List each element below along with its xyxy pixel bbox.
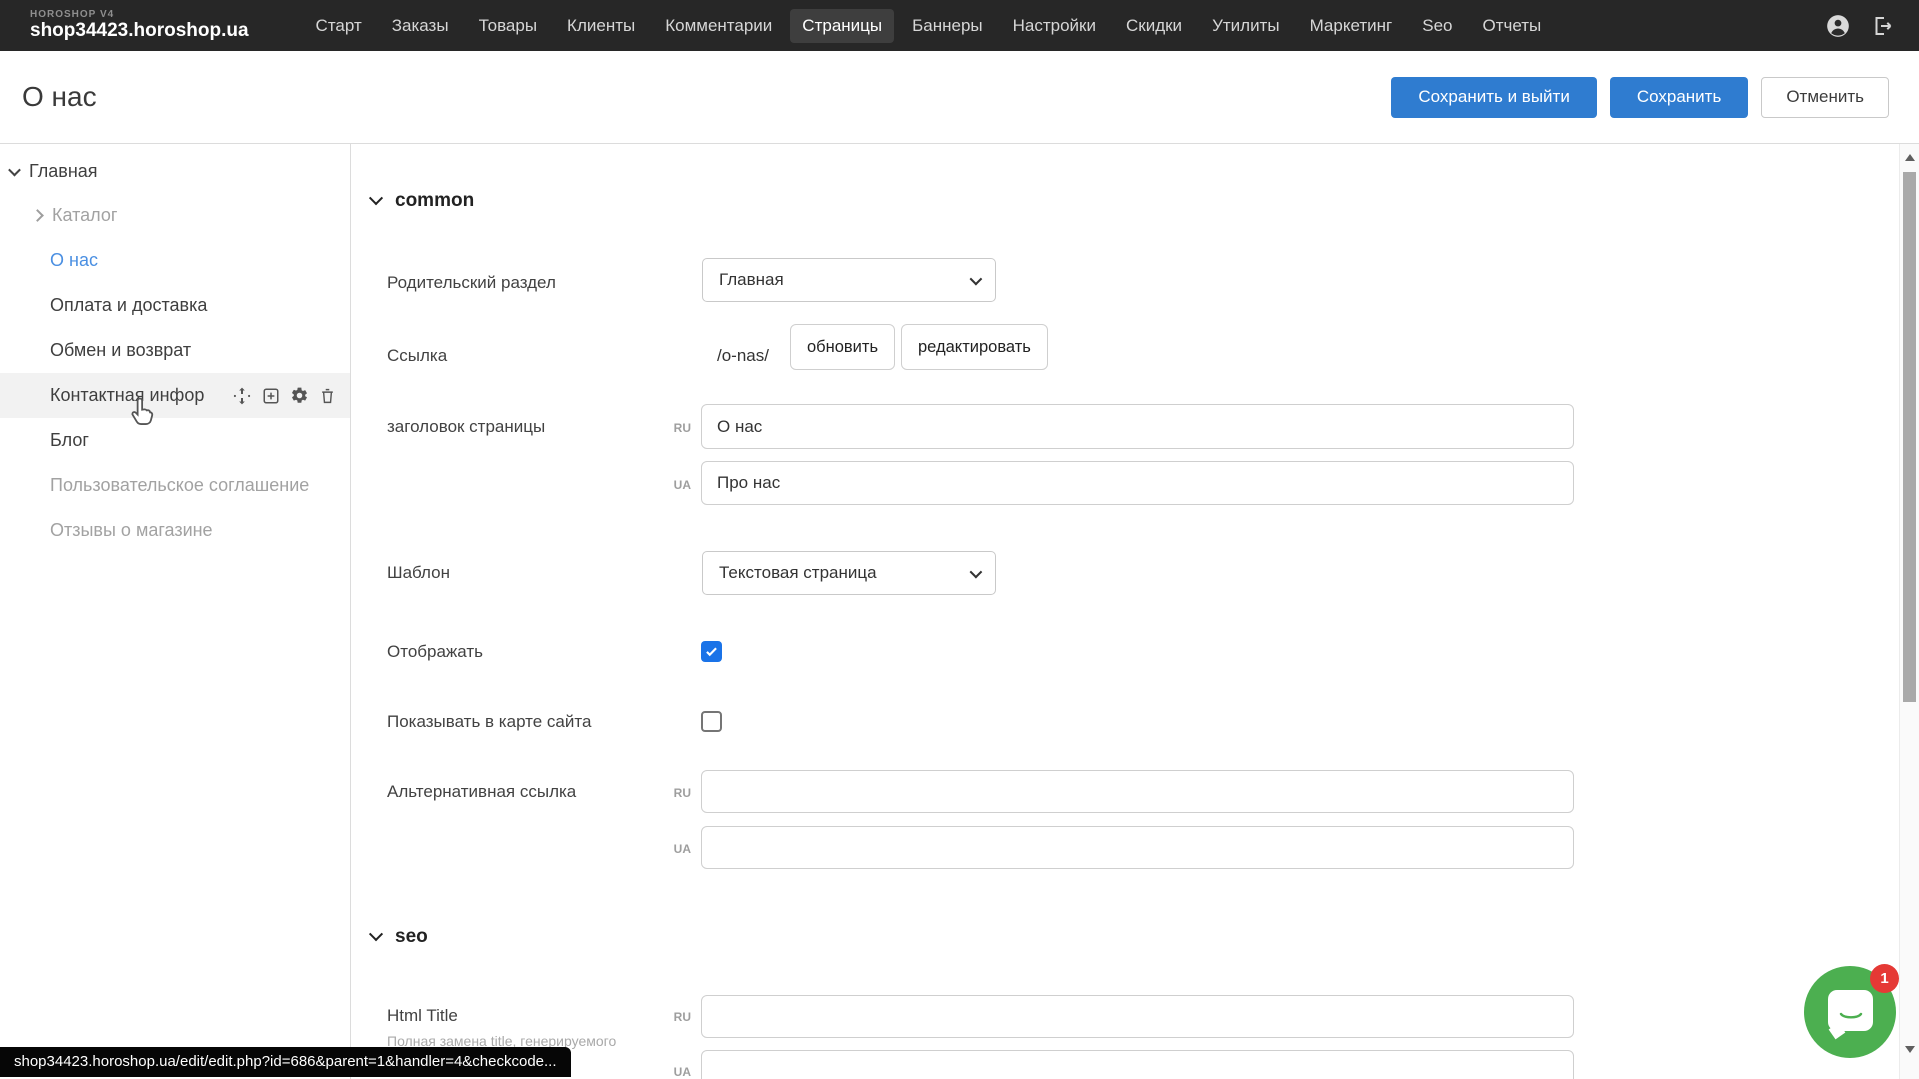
menu-item-seo[interactable]: Seo — [1410, 9, 1464, 43]
chat-widget-button[interactable]: 1 — [1804, 966, 1896, 1058]
html-title-ua-input[interactable] — [701, 1050, 1574, 1079]
menu-item-marketing[interactable]: Маркетинг — [1298, 9, 1405, 43]
header-actions: Сохранить и выйти Сохранить Отменить — [1391, 77, 1889, 118]
tree-item-otzyvy[interactable]: Отзывы о магазине — [0, 508, 350, 553]
page-header: О нас Сохранить и выйти Сохранить Отмени… — [0, 51, 1919, 144]
sitemap-checkbox[interactable] — [701, 711, 722, 732]
top-menu: Старт Заказы Товары Клиенты Комментарии … — [304, 9, 1554, 43]
menu-item-settings[interactable]: Настройки — [1001, 9, 1108, 43]
menu-item-start[interactable]: Старт — [304, 9, 374, 43]
menu-item-products[interactable]: Товары — [467, 9, 549, 43]
tree-item-polzovatelskoe[interactable]: Пользовательское соглашение — [0, 463, 350, 508]
link-label: Ссылка — [387, 346, 447, 366]
chevron-right-icon[interactable] — [31, 209, 44, 222]
tree-item-kontaktnaya[interactable]: Контактная инфор — [0, 373, 350, 418]
lang-ru-label: RU — [647, 786, 691, 800]
lang-ru-label: RU — [647, 421, 691, 435]
scroll-up-arrow[interactable] — [1905, 154, 1915, 161]
chevron-down-icon — [970, 272, 983, 285]
top-navigation-bar: HOROSHOP V4 shop34423.horoshop.ua Старт … — [0, 0, 1919, 51]
brand-domain-label: shop34423.horoshop.ua — [30, 21, 249, 41]
menu-item-pages[interactable]: Страницы — [790, 9, 894, 43]
horoshop-admin-page: HOROSHOP V4 shop34423.horoshop.ua Старт … — [0, 0, 1919, 1079]
lang-ru-label: RU — [647, 1010, 691, 1024]
link-path-value: /o-nas/ — [717, 346, 769, 366]
alt-link-ru-input[interactable] — [701, 770, 1574, 813]
chevron-down-icon — [369, 927, 383, 941]
trash-icon[interactable] — [319, 387, 336, 405]
add-icon[interactable] — [262, 387, 280, 405]
page-edit-form: common Родительский раздел Главная Ссылк… — [352, 144, 1899, 1079]
page-title-field-label: заголовок страницы — [387, 417, 545, 437]
section-seo-toggle[interactable]: seo — [371, 926, 428, 948]
chevron-down-icon[interactable] — [8, 164, 21, 177]
gear-icon[interactable] — [290, 386, 309, 405]
tree-item-actions — [232, 373, 336, 418]
html-title-ru-input[interactable] — [701, 995, 1574, 1038]
lang-ua-label: UA — [647, 842, 691, 856]
tree-item-obmen[interactable]: Обмен и возврат — [0, 328, 350, 373]
lang-ua-label: UA — [647, 478, 691, 492]
html-title-label: Html Title — [387, 1006, 458, 1026]
cancel-button[interactable]: Отменить — [1761, 77, 1889, 118]
smile-icon — [1839, 1012, 1863, 1024]
menu-item-comments[interactable]: Комментарии — [653, 9, 784, 43]
sitemap-label: Показывать в карте сайта — [387, 712, 591, 732]
chevron-down-icon — [970, 565, 983, 578]
menu-item-orders[interactable]: Заказы — [380, 9, 461, 43]
page-title-ru-input[interactable] — [701, 404, 1574, 449]
chat-bubble-icon — [1828, 990, 1873, 1031]
page-title: О нас — [22, 81, 97, 113]
scroll-down-arrow[interactable] — [1905, 1046, 1915, 1053]
account-icon[interactable] — [1825, 13, 1851, 39]
tree-item-o-nas[interactable]: О нас — [0, 238, 350, 283]
parent-section-label: Родительский раздел — [387, 273, 556, 293]
tree-item-blog[interactable]: Блог — [0, 418, 350, 463]
display-checkbox[interactable] — [701, 641, 722, 662]
template-label: Шаблон — [387, 563, 450, 583]
check-icon — [704, 644, 719, 659]
link-refresh-button[interactable]: обновить — [790, 324, 895, 370]
scrollbar-thumb[interactable] — [1903, 172, 1916, 702]
topbar-right-icons — [1825, 13, 1895, 39]
move-icon[interactable] — [232, 386, 252, 406]
alt-link-label: Альтернативная ссылка — [387, 782, 576, 802]
link-preview-statusbar: shop34423.horoshop.ua/edit/edit.php?id=6… — [0, 1047, 571, 1077]
parent-section-select[interactable]: Главная — [702, 258, 996, 302]
tree-item-katalog[interactable]: Каталог — [0, 193, 350, 238]
brand-logo[interactable]: HOROSHOP V4 shop34423.horoshop.ua — [30, 10, 249, 40]
logout-icon[interactable] — [1869, 13, 1895, 39]
tree-item-oplata[interactable]: Оплата и доставка — [0, 283, 350, 328]
section-common-toggle[interactable]: common — [371, 190, 474, 212]
vertical-scrollbar[interactable] — [1899, 144, 1919, 1079]
link-edit-button[interactable]: редактировать — [901, 324, 1048, 370]
save-and-exit-button[interactable]: Сохранить и выйти — [1391, 77, 1596, 118]
display-label: Отображать — [387, 642, 483, 662]
lang-ua-label: UA — [647, 1065, 691, 1079]
menu-item-reports[interactable]: Отчеты — [1470, 9, 1553, 43]
menu-item-clients[interactable]: Клиенты — [555, 9, 647, 43]
pages-tree-sidebar: Главная Каталог О нас Оплата и доставка … — [0, 144, 351, 1079]
save-button[interactable]: Сохранить — [1610, 77, 1748, 118]
tree-item-glavnaya[interactable]: Главная — [0, 149, 350, 194]
menu-item-discounts[interactable]: Скидки — [1114, 9, 1194, 43]
chat-unread-badge: 1 — [1870, 964, 1899, 993]
alt-link-ua-input[interactable] — [701, 826, 1574, 869]
menu-item-banners[interactable]: Баннеры — [900, 9, 995, 43]
menu-item-utilities[interactable]: Утилиты — [1200, 9, 1292, 43]
template-select[interactable]: Текстовая страница — [702, 551, 996, 595]
chevron-down-icon — [369, 191, 383, 205]
page-title-ua-input[interactable] — [701, 461, 1574, 505]
